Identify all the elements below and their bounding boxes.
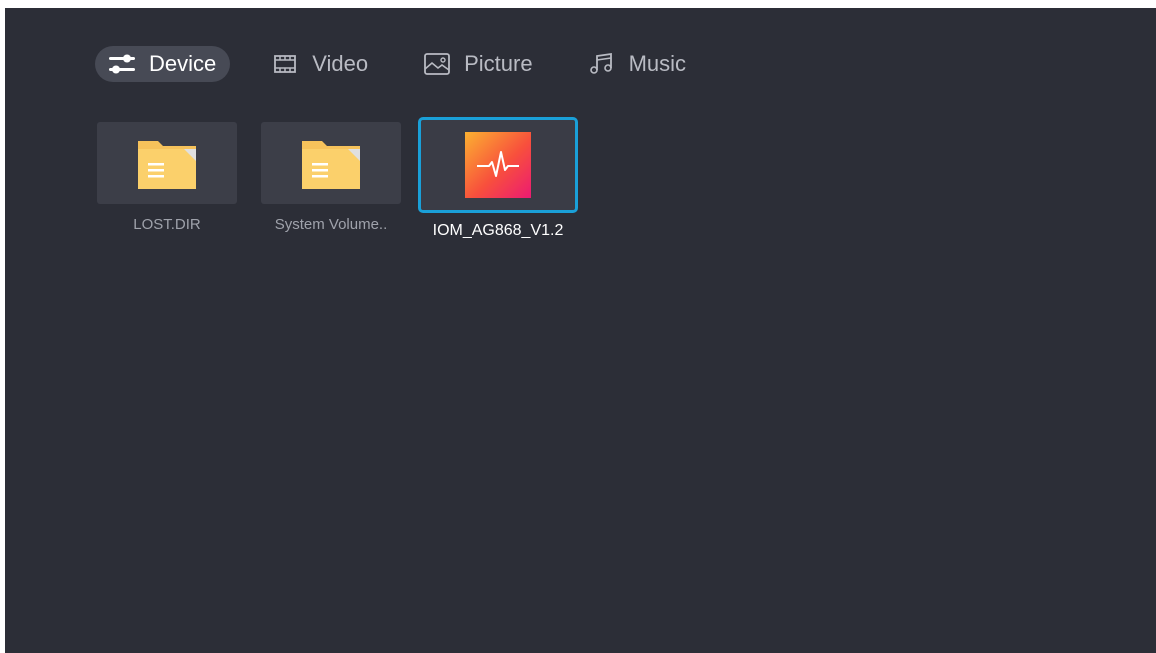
- file-thumbnail: [97, 122, 237, 204]
- file-name: IOM_AG868_V1.2: [432, 222, 564, 239]
- file-thumbnail-focused: [418, 117, 578, 213]
- tab-device[interactable]: Device: [95, 46, 231, 82]
- tab-music-label: Music: [628, 51, 687, 76]
- file-item-lost-dir[interactable]: LOST.DIR: [97, 122, 237, 240]
- tab-video[interactable]: Video: [258, 46, 382, 82]
- file-browser-screen: Device Video Picture Music LOST.DIR Syst…: [5, 8, 1156, 653]
- sliders-icon: [107, 51, 137, 77]
- audio-wave-icon: [465, 132, 531, 198]
- file-item-system-volume[interactable]: System Volume..: [261, 122, 401, 240]
- tab-music[interactable]: Music: [575, 46, 700, 82]
- music-note-icon: [587, 51, 617, 77]
- category-tabbar: Device Video Picture Music: [95, 46, 728, 82]
- file-name: System Volume..: [274, 216, 388, 233]
- film-icon: [270, 51, 300, 77]
- tab-video-label: Video: [312, 51, 369, 76]
- tab-picture[interactable]: Picture: [410, 46, 546, 82]
- folder-icon: [138, 141, 196, 189]
- file-grid: LOST.DIR System Volume.. IOM_AG868_V1.2: [97, 117, 603, 240]
- file-name: LOST.DIR: [133, 216, 201, 233]
- tab-device-label: Device: [149, 51, 217, 76]
- file-item-iom-ag868[interactable]: IOM_AG868_V1.2: [417, 117, 579, 240]
- folder-icon: [302, 141, 360, 189]
- file-thumbnail: [261, 122, 401, 204]
- image-icon: [422, 51, 452, 77]
- tab-picture-label: Picture: [464, 51, 533, 76]
